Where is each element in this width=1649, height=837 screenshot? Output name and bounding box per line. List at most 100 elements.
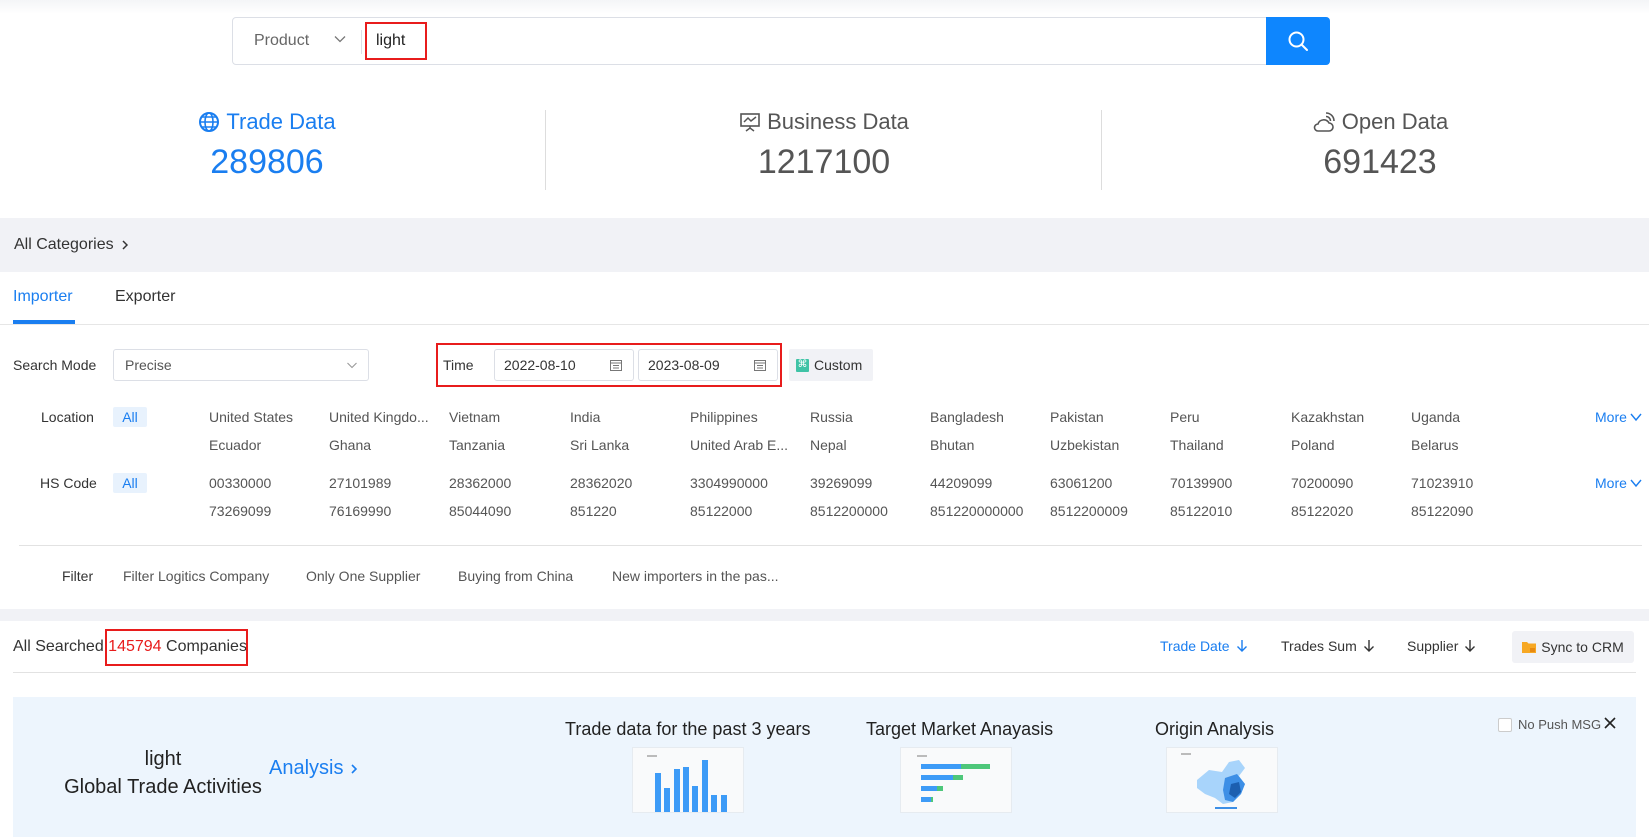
search-type-label: Product [254, 32, 310, 49]
more-label: More [1595, 409, 1627, 425]
location-option[interactable]: Ecuador [209, 437, 261, 453]
sort-trade-date[interactable]: Trade Date [1160, 638, 1248, 654]
hs-code-option[interactable]: 44209099 [930, 475, 992, 491]
location-more-button[interactable]: More [1595, 409, 1642, 425]
hs-code-option[interactable]: 3304990000 [690, 475, 768, 491]
hs-code-option[interactable]: 70200090 [1291, 475, 1353, 491]
stat-business-data[interactable]: Business Data 1217100 [674, 105, 974, 182]
chevron-right-icon [122, 240, 128, 250]
custom-time-button[interactable]: ⌘ Custom [789, 349, 873, 381]
all-categories-link[interactable]: All Categories [14, 236, 130, 254]
location-option[interactable]: Sri Lanka [570, 437, 629, 453]
search-type-select[interactable]: Product [233, 18, 361, 64]
stat-value: 1217100 [757, 143, 891, 181]
section-divider [0, 609, 1649, 621]
stacked-bar-thumbnail[interactable] [900, 747, 1012, 813]
location-option[interactable]: Kazakhstan [1291, 409, 1364, 425]
search-input[interactable] [367, 22, 1167, 60]
hs-code-option[interactable]: 85122020 [1291, 503, 1353, 519]
hs-code-option[interactable]: 76169990 [329, 503, 391, 519]
sort-label: Trade Date [1160, 638, 1230, 654]
command-icon: ⌘ [796, 358, 809, 372]
analysis-link-label: Analysis [269, 757, 344, 779]
no-push-checkbox[interactable] [1498, 717, 1512, 732]
location-option[interactable]: Nepal [810, 437, 847, 453]
location-option[interactable]: Bhutan [930, 437, 974, 453]
hs-code-option[interactable]: 63061200 [1050, 475, 1112, 491]
filter-option[interactable]: New importers in the pas... [612, 568, 779, 584]
china-map-thumbnail-graphic [1181, 753, 1245, 809]
location-option[interactable]: Pakistan [1050, 409, 1104, 425]
hs-code-option[interactable]: 28362020 [570, 475, 632, 491]
search-mode-select[interactable]: Precise [113, 349, 369, 381]
location-option[interactable]: Uzbekistan [1050, 437, 1119, 453]
hs-code-option[interactable]: 8512200009 [1050, 503, 1128, 519]
analysis-keyword-block: light Global Trade Activities [13, 745, 313, 801]
arrow-down-icon [1236, 640, 1247, 652]
hs-code-option[interactable]: 85122090 [1411, 503, 1473, 519]
location-option[interactable]: India [570, 409, 600, 425]
categories-label: All Categories [14, 236, 114, 253]
hs-code-label: HS Code [40, 475, 97, 491]
sort-supplier[interactable]: Supplier [1407, 638, 1476, 654]
filter-option[interactable]: Buying from China [458, 568, 573, 584]
end-date-input[interactable]: 2023-08-09 [638, 349, 778, 381]
search-button[interactable] [1266, 17, 1330, 65]
filter-option[interactable]: Filter Logitics Company [123, 568, 269, 584]
filter-label: Filter [62, 568, 94, 584]
tab-exporter[interactable]: Exporter [115, 288, 175, 306]
hs-code-option[interactable]: 851220 [570, 503, 617, 519]
analysis-keyword: light [144, 748, 182, 770]
hs-code-option[interactable]: 27101989 [329, 475, 391, 491]
hs-code-option[interactable]: 85122010 [1170, 503, 1232, 519]
location-option[interactable]: Thailand [1170, 437, 1224, 453]
hs-code-option[interactable]: 71023910 [1411, 475, 1473, 491]
bar-chart-thumbnail[interactable] [632, 747, 744, 813]
chevron-down-icon [347, 362, 357, 369]
highlight-box [105, 629, 248, 666]
hs-code-option[interactable]: 73269099 [209, 503, 271, 519]
location-option[interactable]: Belarus [1411, 437, 1458, 453]
chevron-down-icon [1630, 479, 1642, 488]
hs-code-all-chip[interactable]: All [113, 473, 147, 493]
location-option[interactable]: Bangladesh [930, 409, 1004, 425]
search-mode-label: Search Mode [13, 357, 97, 373]
location-option[interactable]: Uganda [1411, 409, 1460, 425]
stat-open-data[interactable]: Open Data 691423 [1230, 105, 1530, 182]
location-option[interactable]: United States [209, 409, 293, 425]
close-icon[interactable] [1603, 716, 1617, 730]
start-date-input[interactable]: 2022-08-10 [494, 349, 634, 381]
hs-code-option[interactable]: 28362000 [449, 475, 511, 491]
hs-code-option[interactable]: 85044090 [449, 503, 511, 519]
sort-trades-sum[interactable]: Trades Sum [1281, 638, 1375, 654]
location-option[interactable]: United Kingdo... [329, 409, 429, 425]
location-option[interactable]: Poland [1291, 437, 1335, 453]
hs-code-option[interactable]: 851220000000 [930, 503, 1023, 519]
hs-code-option[interactable]: 39269099 [810, 475, 872, 491]
stat-value: 289806 [210, 143, 324, 181]
location-option[interactable]: Russia [810, 409, 853, 425]
presentation-chart-icon [740, 113, 760, 132]
tab-importer[interactable]: Importer [13, 288, 73, 306]
folder-icon [1522, 642, 1537, 653]
location-option[interactable]: Philippines [690, 409, 758, 425]
start-date-value: 2022-08-10 [504, 357, 576, 373]
location-option[interactable]: Ghana [329, 437, 371, 453]
location-option[interactable]: Vietnam [449, 409, 500, 425]
hs-code-option[interactable]: 8512200000 [810, 503, 888, 519]
hs-code-more-button[interactable]: More [1595, 475, 1642, 491]
china-map-thumbnail[interactable] [1166, 747, 1278, 813]
sync-to-crm-button[interactable]: Sync to CRM [1512, 631, 1634, 663]
hs-code-option[interactable]: 70139900 [1170, 475, 1232, 491]
hs-code-option[interactable]: 00330000 [209, 475, 271, 491]
location-option[interactable]: United Arab E... [690, 437, 788, 453]
hs-code-option[interactable]: 85122000 [690, 503, 752, 519]
stat-trade-data[interactable]: Trade Data 289806 [117, 105, 417, 182]
analysis-link[interactable]: Analysis [269, 757, 359, 780]
analysis-subtitle: Global Trade Activities [64, 776, 262, 798]
location-option[interactable]: Tanzania [449, 437, 505, 453]
filter-option[interactable]: Only One Supplier [306, 568, 420, 584]
location-all-chip[interactable]: All [113, 407, 147, 427]
location-option[interactable]: Peru [1170, 409, 1200, 425]
chevron-down-icon [1630, 413, 1642, 422]
